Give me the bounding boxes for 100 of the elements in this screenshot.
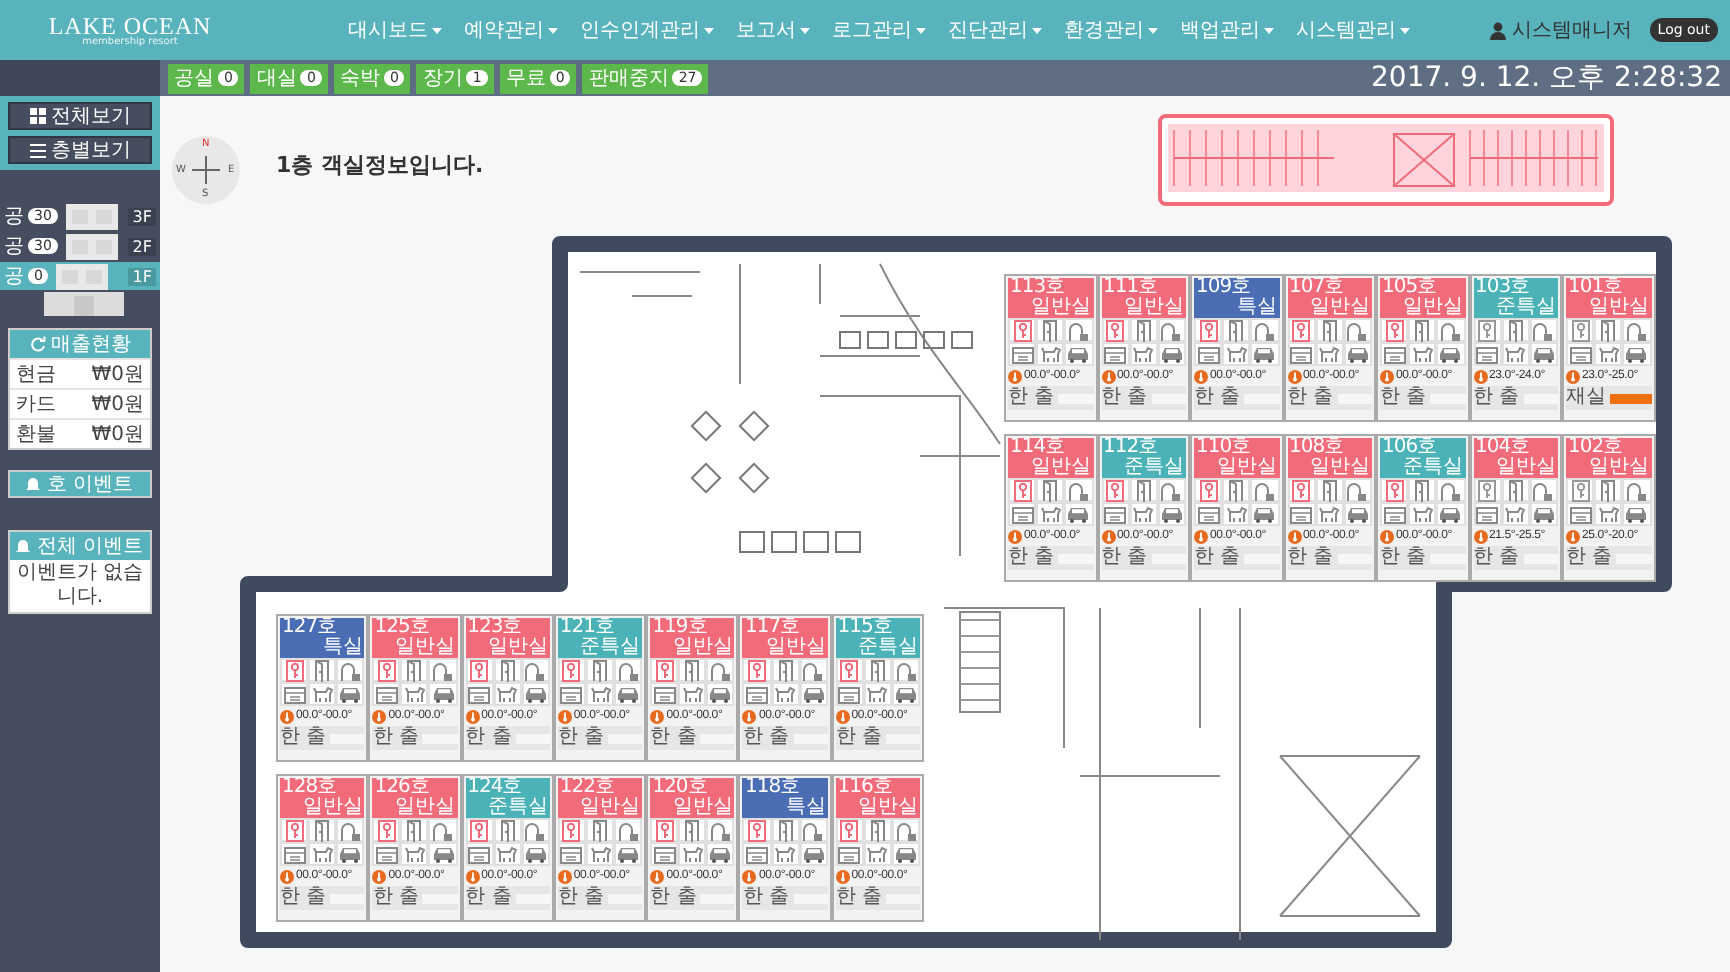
room-status: 한 출 [1101, 386, 1148, 410]
room-status: 한 출 [742, 886, 790, 910]
thermometer-icon [1194, 369, 1208, 383]
vacuum-icon [1067, 479, 1090, 501]
sales-amount: ₩0원 [91, 392, 144, 418]
key-icon [1571, 479, 1590, 501]
room-number: 113호 [1010, 278, 1065, 298]
floor-status-label: 공 [4, 204, 24, 230]
room-status: 한 출 [1194, 546, 1241, 570]
calendar-icon [560, 685, 583, 703]
room-number: 104호 [1475, 438, 1530, 458]
door-icon [1228, 319, 1245, 341]
animal-icon [774, 684, 797, 704]
vacuum-icon [1067, 319, 1090, 341]
car-icon [894, 845, 919, 863]
key-icon [377, 659, 396, 681]
room-type: 일반실 [1124, 298, 1184, 318]
building-base-drawing [44, 292, 124, 316]
thermometer-icon [1287, 369, 1301, 383]
animal-icon [1411, 344, 1434, 364]
door-icon [314, 819, 331, 841]
room-number: 114호 [1010, 438, 1065, 458]
view-button[interactable]: 전체보기 [8, 102, 152, 130]
calendar-icon [838, 845, 861, 863]
calendar-icon [1290, 505, 1313, 523]
room-status: 한 출 [1380, 546, 1427, 570]
vacuum-icon [1439, 319, 1462, 341]
caret-icon [547, 27, 558, 33]
thermometer-icon [1008, 529, 1022, 543]
room-status: 한 출 [1473, 386, 1520, 410]
caret-icon [1399, 27, 1410, 33]
thermometer-icon [1566, 529, 1580, 543]
room-number: 118호 [744, 778, 800, 798]
vacuum-icon [1625, 319, 1648, 341]
thermometer-icon [1380, 529, 1394, 543]
key-icon [1013, 479, 1032, 501]
calendar-icon [283, 685, 306, 703]
caret-icon [799, 27, 810, 33]
key-icon [470, 659, 489, 681]
vacuum-icon [1532, 479, 1555, 501]
room-status: 한 출 [1008, 386, 1055, 410]
vacuum-icon [1160, 479, 1183, 501]
key-icon [1106, 319, 1125, 341]
calendar-icon [1011, 505, 1034, 523]
animal-icon [1597, 504, 1620, 524]
car-icon [1624, 505, 1649, 523]
room-status: 한 출 [1566, 546, 1613, 570]
room-number: 120호 [652, 778, 707, 798]
vacuum-icon [617, 659, 640, 681]
key-icon [840, 819, 859, 841]
card-title: 매출현황 [51, 332, 131, 358]
vacuum-icon [709, 659, 732, 681]
room-status: 한 출 [1380, 386, 1427, 410]
vacuum-icon [339, 819, 362, 841]
door-icon [684, 819, 701, 841]
thermometer-icon [1473, 529, 1487, 543]
room-status: 한 출 [280, 726, 327, 750]
thermometer-icon [465, 869, 480, 883]
view-button[interactable]: 층별보기 [8, 136, 152, 164]
room-type: 일반실 [1031, 298, 1091, 318]
vacuum-icon [1346, 479, 1369, 501]
car-icon [431, 845, 456, 863]
room-type: 준특실 [1496, 298, 1556, 318]
calendar-icon [560, 845, 583, 863]
thermometer-icon [557, 869, 572, 883]
car-icon [1345, 345, 1370, 363]
floor-status-label: 공 [4, 234, 24, 260]
animal-icon [403, 684, 426, 704]
sales-amount: ₩0원 [91, 422, 144, 448]
thermometer-icon [835, 869, 850, 883]
room-type: 일반실 [1217, 458, 1277, 478]
car-icon [1624, 345, 1649, 363]
key-icon [1199, 319, 1218, 341]
room-number: 101호 [1568, 278, 1623, 298]
car-icon [708, 845, 733, 863]
caret-icon [1147, 27, 1158, 33]
vacuum-icon [432, 819, 455, 841]
car-icon [523, 845, 548, 863]
car-icon [1438, 345, 1463, 363]
thermometer-icon [1101, 369, 1115, 383]
room-status: 한 출 [742, 726, 790, 750]
caret-icon [1263, 27, 1274, 33]
key-icon [377, 819, 396, 841]
door-icon [869, 819, 886, 841]
animal-icon [1318, 344, 1341, 364]
animal-icon [774, 844, 797, 864]
date-time: 2017. 9. 12. 오후 2:28:32 [1371, 60, 1722, 96]
room-status: 한 출 [557, 726, 605, 750]
key-icon [1478, 479, 1497, 501]
user-name[interactable]: 시스템매니저 [1511, 16, 1632, 44]
thermometer-icon [372, 869, 387, 883]
calendar-icon [746, 685, 769, 703]
animal-icon [1318, 504, 1341, 524]
room-type: 준특실 [580, 638, 641, 658]
floor-minimap-drawing[interactable] [1158, 114, 1614, 206]
room-type: 일반실 [302, 798, 363, 818]
car-icon [1252, 505, 1277, 523]
car-icon [1345, 505, 1370, 523]
animal-icon [1225, 344, 1248, 364]
door-icon [1507, 319, 1524, 341]
